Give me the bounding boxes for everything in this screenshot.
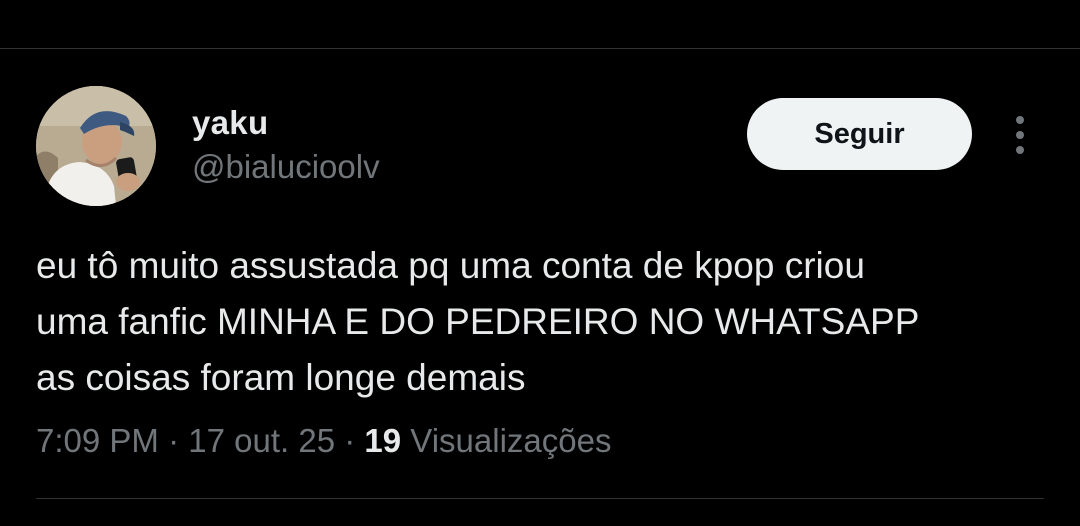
- views-count[interactable]: 19: [364, 422, 401, 459]
- more-dot: [1016, 131, 1024, 139]
- tweet-line: as coisas foram longe demais: [36, 357, 526, 398]
- tweet-line: eu tô muito assustada pq uma conta de kp…: [36, 245, 865, 286]
- more-vertical-icon[interactable]: [1004, 112, 1036, 158]
- bottom-divider: [36, 498, 1044, 499]
- meta-separator: ·: [344, 422, 356, 459]
- tweet-line: uma fanfic MINHA E DO PEDREIRO NO WHATSA…: [36, 301, 920, 342]
- top-divider: [0, 48, 1080, 49]
- tweet-text: eu tô muito assustada pq uma conta de kp…: [36, 238, 1046, 406]
- profile-photo-icon: [36, 86, 156, 206]
- tweet-time[interactable]: 7:09 PM: [36, 422, 159, 459]
- user-handle[interactable]: @bialucioolv: [192, 148, 380, 186]
- views-label[interactable]: Visualizações: [410, 422, 611, 459]
- meta-separator: ·: [168, 422, 180, 459]
- follow-button[interactable]: Seguir: [747, 98, 972, 170]
- more-dot: [1016, 146, 1024, 154]
- tweet-date[interactable]: 17 out. 25: [188, 422, 335, 459]
- more-dot: [1016, 116, 1024, 124]
- tweet-meta: 7:09 PM · 17 out. 25 · 19 Visualizações: [36, 422, 611, 460]
- avatar[interactable]: [36, 86, 156, 206]
- display-name[interactable]: yaku: [192, 104, 268, 142]
